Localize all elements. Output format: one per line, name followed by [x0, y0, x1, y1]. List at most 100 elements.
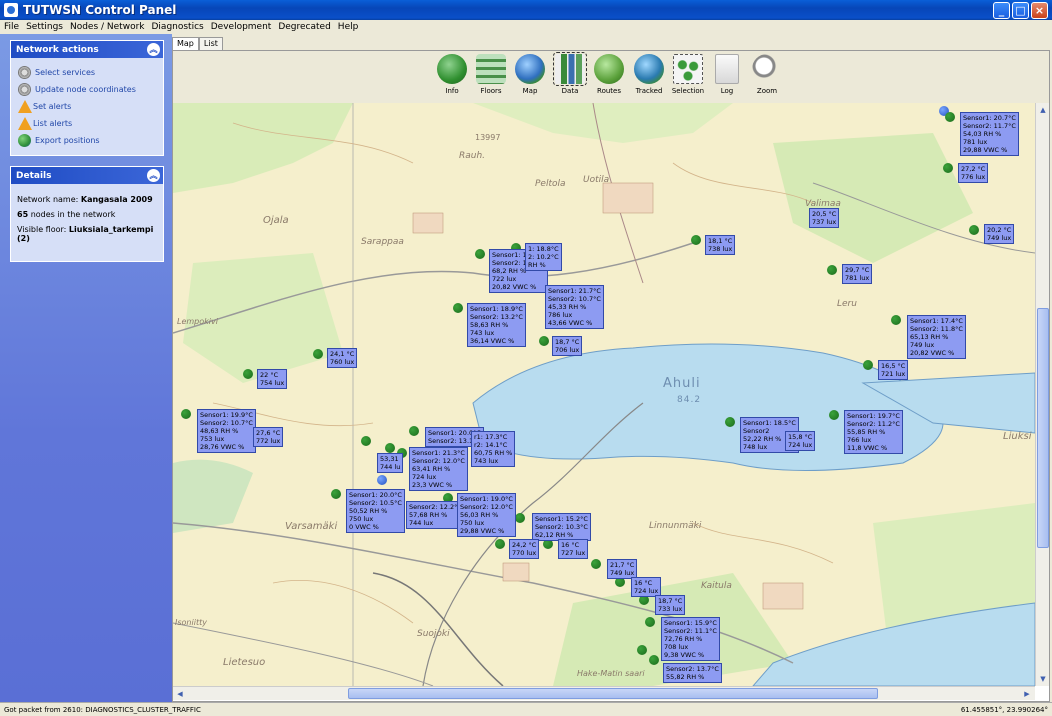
sensor-label[interactable]: 18,7 °C 706 lux — [552, 336, 583, 356]
floors-icon — [476, 54, 506, 84]
sensor-label[interactable]: Sensor1: 21.7°C Sensor2: 10.7°C 45,33 RH… — [545, 285, 604, 329]
menu-nodes-network[interactable]: Nodes / Network — [70, 22, 145, 32]
collapse-icon[interactable]: ︽ — [147, 43, 160, 56]
close-button[interactable]: × — [1031, 1, 1048, 19]
menu-diagnostics[interactable]: Diagnostics — [152, 22, 204, 32]
selection-button[interactable]: Selection — [671, 54, 705, 95]
sensor-node[interactable] — [243, 369, 253, 379]
floors-button[interactable]: Floors — [474, 54, 508, 95]
sensor-node[interactable] — [181, 409, 191, 419]
action-list-alerts[interactable]: List alerts — [11, 115, 163, 132]
menu-development[interactable]: Development — [211, 22, 272, 32]
sensor-node[interactable] — [539, 336, 549, 346]
sensor-label[interactable]: 24,2 °C 770 lux — [509, 539, 540, 559]
action-export-positions[interactable]: Export positions — [11, 132, 163, 149]
map-canvas[interactable]: Rauh. Peltola Uotila Ojala Sarappaa Lemp… — [173, 103, 1035, 686]
sensor-node[interactable] — [863, 360, 873, 370]
tool-label: Selection — [671, 87, 705, 95]
sensor-label[interactable]: 16 °C 727 lux — [558, 539, 589, 559]
data-button[interactable]: Data — [553, 52, 587, 95]
sensor-label[interactable]: Sensor1: 20.7°C Sensor2: 11.7°C 54,03 RH… — [960, 112, 1019, 156]
sensor-label[interactable]: 22 °C 754 lux — [257, 369, 288, 389]
sensor-label[interactable]: Sensor1: 19.7°C Sensor2: 11.2°C 55,85 RH… — [844, 410, 903, 454]
zoom-button[interactable]: Zoom — [750, 54, 784, 95]
sensor-node[interactable] — [409, 426, 419, 436]
sensor-node[interactable] — [891, 315, 901, 325]
sensor-node[interactable] — [515, 513, 525, 523]
sensor-node[interactable] — [331, 489, 341, 499]
sensor-node[interactable] — [637, 645, 647, 655]
horizontal-scrollbar[interactable]: ◀ ▶ — [173, 686, 1035, 700]
collapse-icon[interactable]: ︽ — [147, 169, 160, 182]
sensor-node[interactable] — [377, 475, 387, 485]
sensor-node[interactable] — [453, 303, 463, 313]
sensor-label[interactable]: Sensor1: 20.0°C Sensor2: 10.5°C 50,52 RH… — [346, 489, 405, 533]
action-label: Export positions — [35, 136, 100, 145]
sensor-label[interactable]: 53,31 744 lu — [377, 453, 404, 473]
sensor-label[interactable]: Sensor2: 13.7°C 55,82 RH % — [663, 663, 722, 683]
sensor-label[interactable]: Sensor1: 18.9°C Sensor2: 13.2°C 58,63 RH… — [467, 303, 526, 347]
scroll-up-icon[interactable]: ▲ — [1037, 104, 1049, 116]
tracked-button[interactable]: Tracked — [632, 54, 666, 95]
sensor-node[interactable] — [495, 539, 505, 549]
sensor-node[interactable] — [829, 410, 839, 420]
vertical-scroll-thumb[interactable] — [1037, 308, 1049, 548]
vertical-scrollbar[interactable]: ▲ ▼ — [1035, 103, 1049, 686]
sensor-label[interactable]: r1: 17.3°C r2: 14.1°C 60,75 RH % 743 lux — [471, 431, 516, 467]
sensor-label[interactable]: Sensor1: 21.3°C Sensor2: 12.0°C 63,41 RH… — [409, 447, 468, 491]
sensor-node[interactable] — [943, 163, 953, 173]
details-header[interactable]: Details ︽ — [11, 167, 163, 184]
menu-degrecated[interactable]: Degrecated — [278, 22, 330, 32]
scroll-down-icon[interactable]: ▼ — [1037, 673, 1049, 685]
sensor-label[interactable]: 29,7 °C 781 lux — [842, 264, 873, 284]
routes-button[interactable]: Routes — [592, 54, 626, 95]
action-set-alerts[interactable]: Set alerts — [11, 98, 163, 115]
sensor-node[interactable] — [691, 235, 701, 245]
sensor-label[interactable]: Sensor1: 15.2°C Sensor2: 10.3°C 62,12 RH… — [532, 513, 591, 541]
sensor-label[interactable]: 27,2 °C 776 lux — [958, 163, 989, 183]
sensor-node[interactable] — [591, 559, 601, 569]
log-button[interactable]: Log — [710, 54, 744, 95]
sensor-label[interactable]: Sensor1: 19.0°C Sensor2: 12.0°C 56,03 RH… — [457, 493, 516, 537]
sensor-label[interactable]: 18,7 °C 733 lux — [655, 595, 686, 615]
sensor-node[interactable] — [361, 436, 371, 446]
sensor-node[interactable] — [945, 112, 955, 122]
scroll-right-icon[interactable]: ▶ — [1021, 688, 1033, 700]
horizontal-scroll-thumb[interactable] — [348, 688, 878, 699]
action-update-node-coordinates[interactable]: Update node coordinates — [11, 81, 163, 98]
tab-list[interactable]: List — [198, 37, 223, 50]
sensor-label[interactable]: 18,1 °C 738 lux — [705, 235, 736, 255]
sensor-node[interactable] — [969, 225, 979, 235]
network-actions-header[interactable]: Network actions ︽ — [11, 41, 163, 58]
sensor-label[interactable]: 27,6 °C 772 lux — [253, 427, 284, 447]
menu-file[interactable]: File — [4, 22, 19, 32]
sensor-node[interactable] — [725, 417, 735, 427]
sensor-label[interactable]: Sensor1: 17.4°C Sensor2: 11.8°C 65,13 RH… — [907, 315, 966, 359]
action-select-services[interactable]: Select services — [11, 64, 163, 81]
sensor-label[interactable]: Sensor1: 15.9°C Sensor2: 11.1°C 72,76 RH… — [661, 617, 720, 661]
sensor-label[interactable]: 16,5 °C 721 lux — [878, 360, 909, 380]
minimize-button[interactable]: _ — [993, 1, 1010, 19]
sensor-node[interactable] — [645, 617, 655, 627]
sensor-node[interactable] — [475, 249, 485, 259]
maximize-button[interactable]: □ — [1012, 1, 1029, 19]
tab-map[interactable]: Map — [172, 37, 199, 50]
map-button[interactable]: Map — [513, 54, 547, 95]
sensor-node[interactable] — [827, 265, 837, 275]
info-button[interactable]: Info — [435, 54, 469, 95]
sensor-label[interactable]: 15,8 °C 724 lux — [785, 431, 816, 451]
sensor-node[interactable] — [385, 443, 395, 453]
sensor-node[interactable] — [649, 655, 659, 665]
data-icon — [553, 52, 587, 86]
sensor-label[interactable]: 20,5 °C 737 lux — [809, 208, 840, 228]
sensor-label[interactable]: 21,7 °C 749 lux — [607, 559, 638, 579]
scroll-left-icon[interactable]: ◀ — [174, 688, 186, 700]
sensor-label[interactable]: 1: 18.8°C 2: 10.2°C RH % — [525, 243, 562, 271]
sensor-label[interactable]: 16 °C 724 lux — [631, 577, 662, 597]
menu-help[interactable]: Help — [338, 22, 359, 32]
sensor-label[interactable]: 24,1 °C 760 lux — [327, 348, 358, 368]
sensor-label[interactable]: Sensor1: 19.9°C Sensor2: 10.7°C 48,63 RH… — [197, 409, 256, 453]
menu-settings[interactable]: Settings — [26, 22, 63, 32]
sensor-node[interactable] — [313, 349, 323, 359]
sensor-label[interactable]: 20,2 °C 749 lux — [984, 224, 1015, 244]
